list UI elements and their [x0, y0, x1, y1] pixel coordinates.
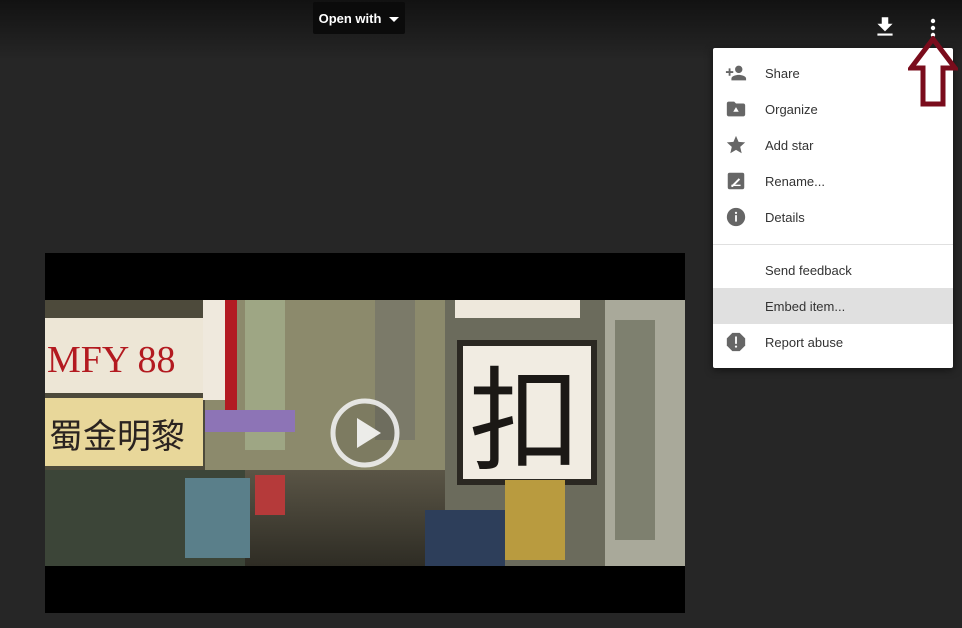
open-with-label: Open with	[318, 10, 382, 26]
menu-item-label: Send feedback	[765, 262, 852, 278]
open-with-button[interactable]: Open with	[313, 2, 405, 34]
menu-item-label: Report abuse	[765, 334, 844, 350]
menu-item-embed-item[interactable]: Embed item...	[713, 288, 953, 324]
menu-item-label: Rename...	[765, 173, 825, 189]
menu-item-label: Details	[765, 209, 805, 225]
sign-left-bottom: 蜀金明黎	[49, 417, 185, 457]
drive-folder-icon	[726, 101, 746, 117]
menu-item-label: Add star	[765, 137, 814, 153]
menu-item-organize[interactable]: Organize	[713, 91, 953, 127]
caret-down-icon	[389, 16, 400, 22]
menu-item-label: Embed item...	[765, 298, 846, 314]
star-icon	[726, 135, 746, 154]
menu-item-rename[interactable]: Rename...	[713, 163, 953, 199]
report-icon	[726, 332, 746, 352]
rename-icon	[727, 172, 745, 190]
more-actions-menu: Share Organize Add star Rename... Detail…	[713, 48, 953, 368]
sign-right: 扣	[469, 357, 581, 487]
sign-left-top: MFY 88	[47, 339, 175, 381]
person-add-icon	[725, 65, 747, 81]
menu-item-share[interactable]: Share	[713, 55, 953, 91]
download-icon[interactable]	[872, 14, 898, 40]
menu-item-label: Organize	[765, 101, 818, 117]
menu-divider	[713, 244, 953, 245]
info-icon	[726, 207, 746, 227]
video-player[interactable]: MFY 88 蜀金明黎 扣	[45, 253, 685, 613]
menu-item-report-abuse[interactable]: Report abuse	[713, 324, 953, 360]
play-icon[interactable]	[329, 397, 401, 469]
more-vert-icon[interactable]	[922, 14, 944, 42]
menu-item-send-feedback[interactable]: Send feedback	[713, 252, 953, 288]
menu-item-label: Share	[765, 65, 800, 81]
menu-item-add-star[interactable]: Add star	[713, 127, 953, 163]
menu-item-details[interactable]: Details	[713, 199, 953, 235]
